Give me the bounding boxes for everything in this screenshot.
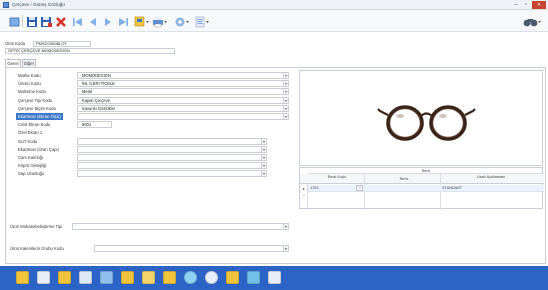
list-icon[interactable] <box>195 16 211 28</box>
product-name-field[interactable]: OPTİK ÇERÇEVE MOMODESIGN <box>5 48 175 54</box>
ekartman-dropdown-icon[interactable]: ▾ <box>283 113 289 120</box>
material-label: Malzeme Kodu <box>18 89 46 95</box>
special-ekran-label: Özel Ekran 1 <box>18 130 43 136</box>
ekartman-label: Ekartman (Ekran Ölçü) <box>16 113 63 120</box>
window-icon[interactable] <box>37 271 50 284</box>
chart-icon[interactable] <box>142 271 155 284</box>
bridge-width-label: Köprü Genişliği <box>18 163 47 169</box>
glass-thickness-field[interactable] <box>77 154 267 161</box>
color-grid: Renk Renk Kodu Renk Uzatı Açıklaması ▸ 1… <box>299 167 544 210</box>
mail-icon[interactable] <box>58 271 71 284</box>
settings-icon[interactable] <box>174 16 190 27</box>
last-icon[interactable] <box>117 16 129 26</box>
glasses-image <box>377 105 476 141</box>
ekartman-diameter-field[interactable] <box>77 145 267 153</box>
tab-general[interactable]: Genel <box>5 59 21 67</box>
item-group-code-label: Ürün Kalemlerin Grubu Kodu <box>10 246 64 251</box>
layout-icon[interactable] <box>134 16 150 27</box>
prev-icon[interactable] <box>87 16 99 26</box>
row-description[interactable]: STANDART <box>442 186 512 190</box>
product-code-field[interactable]: PMSC0300BLOT <box>33 41 91 47</box>
frame-shape-field[interactable]: Kavunlu Gözlükler <box>77 104 289 112</box>
accounting-type-field[interactable] <box>72 223 286 230</box>
ekartman-diameter-dropdown-icon[interactable]: ▾ <box>261 145 267 153</box>
temple-length-dropdown-icon[interactable]: ▾ <box>261 170 267 178</box>
temple-length-field[interactable] <box>77 170 267 178</box>
sut-code-dropdown-icon[interactable]: ▾ <box>261 137 267 145</box>
bridge-width-field[interactable] <box>77 162 267 170</box>
display-icon[interactable] <box>268 271 281 284</box>
taskbar <box>0 266 548 290</box>
ekran-code-field[interactable]: 5001 <box>77 121 112 129</box>
glass-thickness-dropdown-icon[interactable]: ▾ <box>261 154 267 161</box>
manufacturer-dropdown-icon[interactable]: ▾ <box>283 80 289 88</box>
manufacturer-field[interactable]: İNL İLERİ TİCELE <box>77 80 289 88</box>
toolbar <box>0 10 548 32</box>
monitor-icon[interactable] <box>100 271 113 284</box>
temple-length-label: Sap Uzunluğu <box>18 171 45 177</box>
product-image <box>299 70 543 166</box>
grid-header-description: Uzatı Açıklaması <box>476 175 506 179</box>
brand-field[interactable]: MOMODESIGN <box>77 72 289 79</box>
folder-icon[interactable] <box>16 271 29 284</box>
tab-other[interactable]: Diğer <box>22 59 36 67</box>
accounting-type-label: Ürün Muhasebeleştirme Tipi <box>10 224 63 229</box>
row-indicator: ▸ <box>303 187 305 191</box>
phone-icon[interactable] <box>163 271 176 284</box>
delete-icon[interactable] <box>55 16 67 27</box>
grid-header-color: Renk <box>399 177 409 181</box>
row-lookup-button[interactable]: ··· <box>356 185 363 191</box>
next-icon[interactable] <box>102 16 114 26</box>
save-icon[interactable] <box>26 16 38 27</box>
binoculars-icon[interactable] <box>523 16 543 27</box>
print-icon[interactable] <box>152 16 168 28</box>
ekartman-diameter-label: Ekartman (Ürün Çapı) <box>18 146 59 152</box>
frame-type-label: Çerçeve Tipi Kodu <box>18 97 53 103</box>
ekran-code-label: Cinsl Ekran Kodu <box>18 122 51 128</box>
frame-type-field[interactable]: Kapalı Çerçeve <box>77 96 289 104</box>
brand-dropdown-icon[interactable]: ▾ <box>283 72 289 79</box>
frame-type-dropdown-icon[interactable]: ▾ <box>283 96 289 104</box>
material-field[interactable]: Metal <box>77 88 289 96</box>
item-group-code-dropdown-icon[interactable]: ▾ <box>283 245 289 252</box>
people-icon[interactable] <box>247 271 260 284</box>
grid-header-color-code: Renk Kodu <box>327 175 347 179</box>
frame-shape-label: Çerçeve Biçim Kodu <box>18 105 56 111</box>
window-title: Çerçeve / Güneş Gözlüğü <box>12 2 65 7</box>
gear-icon[interactable] <box>205 271 218 284</box>
close-button[interactable]: ✕ <box>532 1 546 9</box>
save-as-icon[interactable] <box>40 16 52 27</box>
glass-thickness-label: Cam Kalınlığı <box>18 155 44 160</box>
sut-code-field[interactable] <box>77 137 267 145</box>
first-icon[interactable] <box>72 16 84 26</box>
row-color-code[interactable]: 1763 <box>310 186 330 190</box>
title-bar: Çerçeve / Güneş Gözlüğü – ▫ ✕ <box>0 0 548 10</box>
manufacturer-label: Üretici Kodu <box>18 81 41 87</box>
calc-icon[interactable] <box>79 271 92 284</box>
pen-icon[interactable] <box>121 271 134 284</box>
grid-group-header: Renk <box>421 169 431 173</box>
material-dropdown-icon[interactable]: ▾ <box>283 88 289 96</box>
folder2-icon[interactable] <box>226 271 239 284</box>
maximize-button[interactable]: ▫ <box>522 1 530 9</box>
sut-code-label: SUT Kodu <box>18 138 38 144</box>
app-icon <box>3 2 9 8</box>
bridge-width-dropdown-icon[interactable]: ▾ <box>261 162 267 170</box>
globe-icon[interactable] <box>184 271 197 284</box>
brand-label: Marka Kodu <box>18 73 41 78</box>
product-code-label: Ürün Kodu <box>5 41 26 46</box>
home-icon[interactable] <box>9 16 20 27</box>
new-row-indicator: * <box>303 194 305 198</box>
accounting-type-dropdown-icon[interactable]: ▾ <box>283 223 289 230</box>
item-group-code-field[interactable] <box>94 245 286 252</box>
minimize-button[interactable]: – <box>512 1 520 9</box>
ekartman-field[interactable] <box>77 113 289 120</box>
frame-shape-dropdown-icon[interactable]: ▾ <box>283 104 289 112</box>
